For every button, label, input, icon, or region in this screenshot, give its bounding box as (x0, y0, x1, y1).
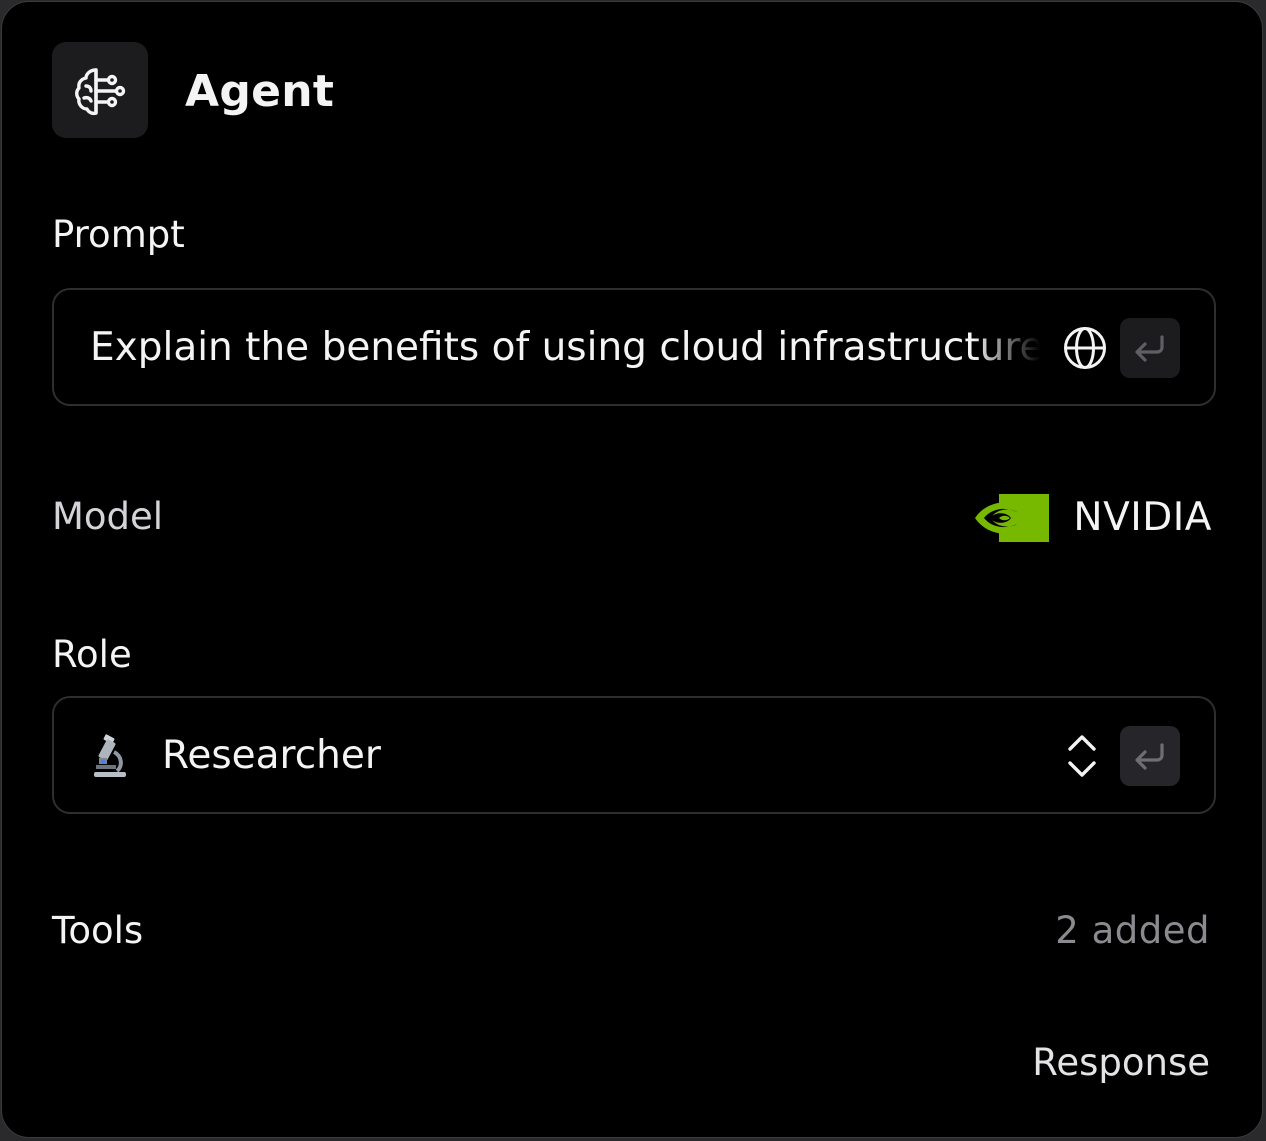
role-select[interactable]: Researcher (52, 696, 1216, 814)
agent-card: Agent Prompt Explain the benefits of usi… (1, 1, 1263, 1138)
chevron-up-down-icon[interactable] (1064, 732, 1100, 780)
prompt-input[interactable]: Explain the benefits of using cloud infr… (52, 288, 1216, 406)
prompt-submit-button[interactable] (1120, 318, 1180, 378)
card-title: Agent (185, 66, 335, 117)
role-value: Researcher (162, 733, 381, 778)
role-submit-button[interactable] (1120, 726, 1180, 786)
model-selector[interactable]: NVIDIA (975, 494, 1212, 542)
role-label: Role (52, 633, 132, 676)
agent-icon-tile (52, 42, 148, 138)
model-name: NVIDIA (1073, 495, 1212, 540)
tools-label: Tools (52, 909, 144, 952)
brain-icon (75, 68, 126, 116)
nvidia-logo (975, 494, 1050, 542)
enter-icon (1135, 743, 1164, 770)
enter-icon (1135, 335, 1164, 362)
response-output-label[interactable]: Response (1032, 1040, 1210, 1086)
tools-count[interactable]: 2 added (1055, 908, 1210, 954)
model-label: Model (52, 495, 164, 538)
prompt-label: Prompt (52, 213, 185, 256)
prompt-input-text[interactable]: Explain the benefits of using cloud infr… (90, 324, 1040, 372)
globe-icon[interactable] (1062, 325, 1108, 371)
microscope-icon (94, 734, 126, 777)
